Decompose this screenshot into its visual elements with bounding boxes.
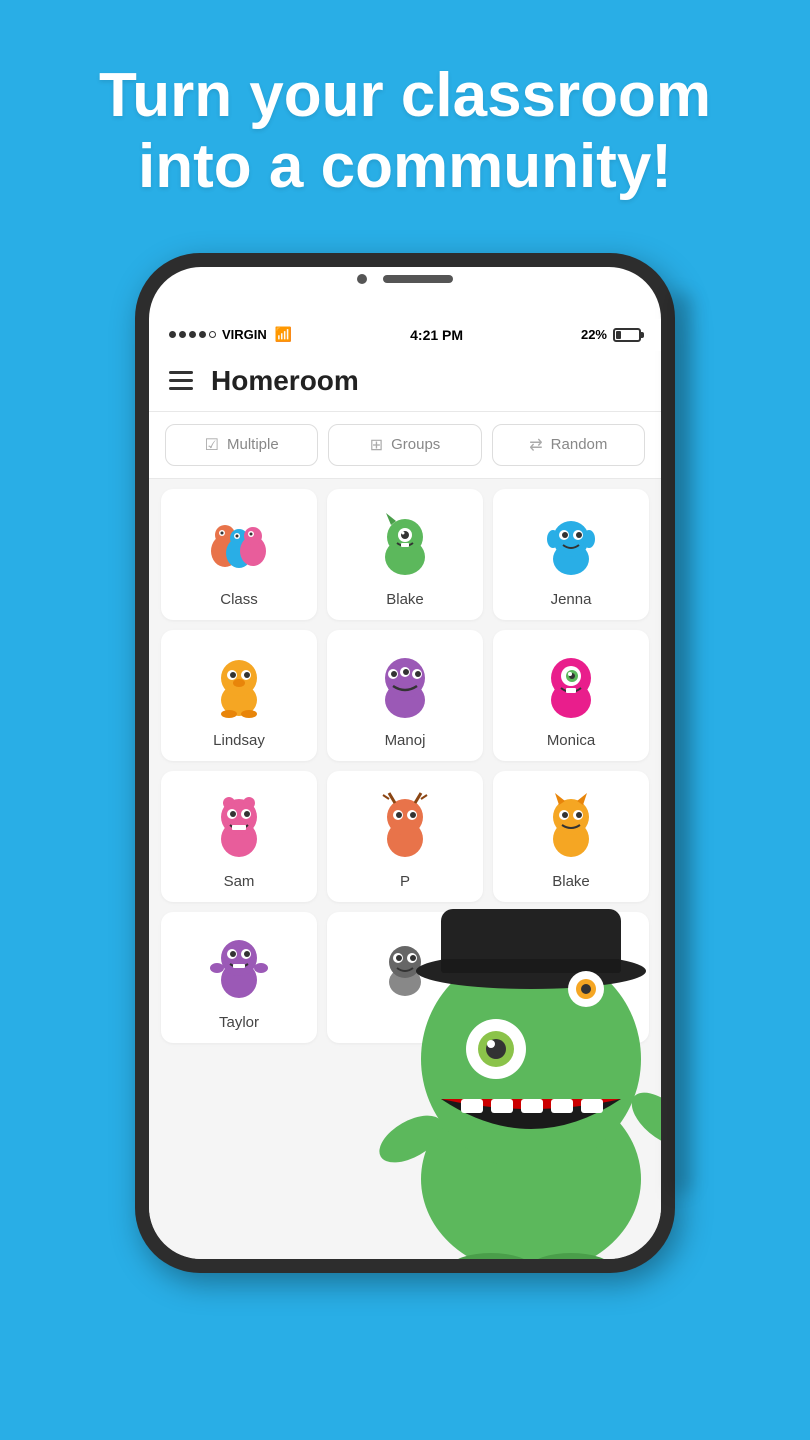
multiple-icon: ☑: [205, 435, 219, 455]
p-label: P: [400, 873, 410, 890]
multiple-button[interactable]: ☑ Multiple: [165, 424, 318, 466]
monica-label: Monica: [547, 732, 595, 749]
extra2-avatar: [531, 926, 611, 1006]
status-bar: VIRGIN 📶 4:21 PM 22%: [149, 319, 661, 351]
list-item[interactable]: Class: [161, 489, 317, 620]
lindsay-avatar: [199, 644, 279, 724]
carrier-name: VIRGIN: [222, 327, 267, 342]
groups-button[interactable]: ⊞ Groups: [328, 424, 481, 466]
blake1-avatar: [365, 503, 445, 583]
list-item[interactable]: Monica: [493, 630, 649, 761]
speaker-bar: [383, 275, 453, 283]
dot3: [189, 331, 196, 338]
blake2-avatar: [531, 785, 611, 865]
hamburger-line-3: [169, 387, 193, 390]
hamburger-line-1: [169, 371, 193, 374]
manoj-label: Manoj: [385, 732, 426, 749]
status-left: VIRGIN 📶: [169, 326, 292, 343]
dot2: [179, 331, 186, 338]
hamburger-line-2: [169, 379, 193, 382]
list-item[interactable]: [493, 912, 649, 1043]
app-screen: Homeroom ☑ Multiple ⊞ Groups ⇄ Random: [149, 351, 661, 1259]
lindsay-label: Lindsay: [213, 732, 265, 749]
list-item[interactable]: [327, 912, 483, 1043]
jenna-avatar: [531, 503, 611, 583]
extra1-avatar: [365, 926, 445, 1006]
status-time: 4:21 PM: [410, 327, 463, 343]
groups-icon: ⊞: [370, 435, 383, 455]
battery-icon: [613, 328, 641, 342]
wifi-icon: 📶: [275, 326, 292, 343]
battery-fill: [616, 331, 621, 339]
dot4: [199, 331, 206, 338]
list-item[interactable]: Sam: [161, 771, 317, 902]
status-right: 22%: [581, 327, 641, 342]
sam-avatar: [199, 785, 279, 865]
list-item[interactable]: Jenna: [493, 489, 649, 620]
taylor-avatar: [199, 926, 279, 1006]
dot5: [209, 331, 216, 338]
jenna-label: Jenna: [551, 591, 592, 608]
groups-label: Groups: [391, 436, 440, 453]
random-icon: ⇄: [529, 435, 542, 455]
taylor-label: Taylor: [219, 1014, 259, 1031]
dot1: [169, 331, 176, 338]
monica-avatar: [531, 644, 611, 724]
random-button[interactable]: ⇄ Random: [492, 424, 645, 466]
blake1-label: Blake: [386, 591, 424, 608]
list-item[interactable]: Blake: [493, 771, 649, 902]
phone-mockup: VIRGIN 📶 4:21 PM 22%: [0, 233, 810, 1273]
blake2-label: Blake: [552, 873, 590, 890]
app-header: Homeroom: [149, 351, 661, 412]
class-avatar: [199, 503, 279, 583]
phone-screen: VIRGIN 📶 4:21 PM 22%: [149, 267, 661, 1259]
menu-button[interactable]: [169, 371, 193, 390]
list-item[interactable]: P: [327, 771, 483, 902]
sam-label: Sam: [224, 873, 255, 890]
multiple-label: Multiple: [227, 436, 279, 453]
class-label: Class: [220, 591, 258, 608]
list-item[interactable]: Lindsay: [161, 630, 317, 761]
signal-strength: [169, 331, 216, 338]
toolbar: ☑ Multiple ⊞ Groups ⇄ Random: [149, 412, 661, 479]
phone-notch: [135, 253, 675, 305]
battery-percent: 22%: [581, 327, 607, 342]
hero-title: Turn your classroom into a community!: [60, 60, 750, 203]
phone-body: VIRGIN 📶 4:21 PM 22%: [135, 253, 675, 1273]
manoj-avatar: [365, 644, 445, 724]
random-label: Random: [551, 436, 608, 453]
app-title: Homeroom: [211, 365, 359, 397]
p-avatar: [365, 785, 445, 865]
camera-dot: [357, 274, 367, 284]
list-item[interactable]: Taylor: [161, 912, 317, 1043]
student-grid: Class: [149, 479, 661, 1053]
list-item[interactable]: Manoj: [327, 630, 483, 761]
hero-section: Turn your classroom into a community!: [0, 0, 810, 233]
list-item[interactable]: Blake: [327, 489, 483, 620]
